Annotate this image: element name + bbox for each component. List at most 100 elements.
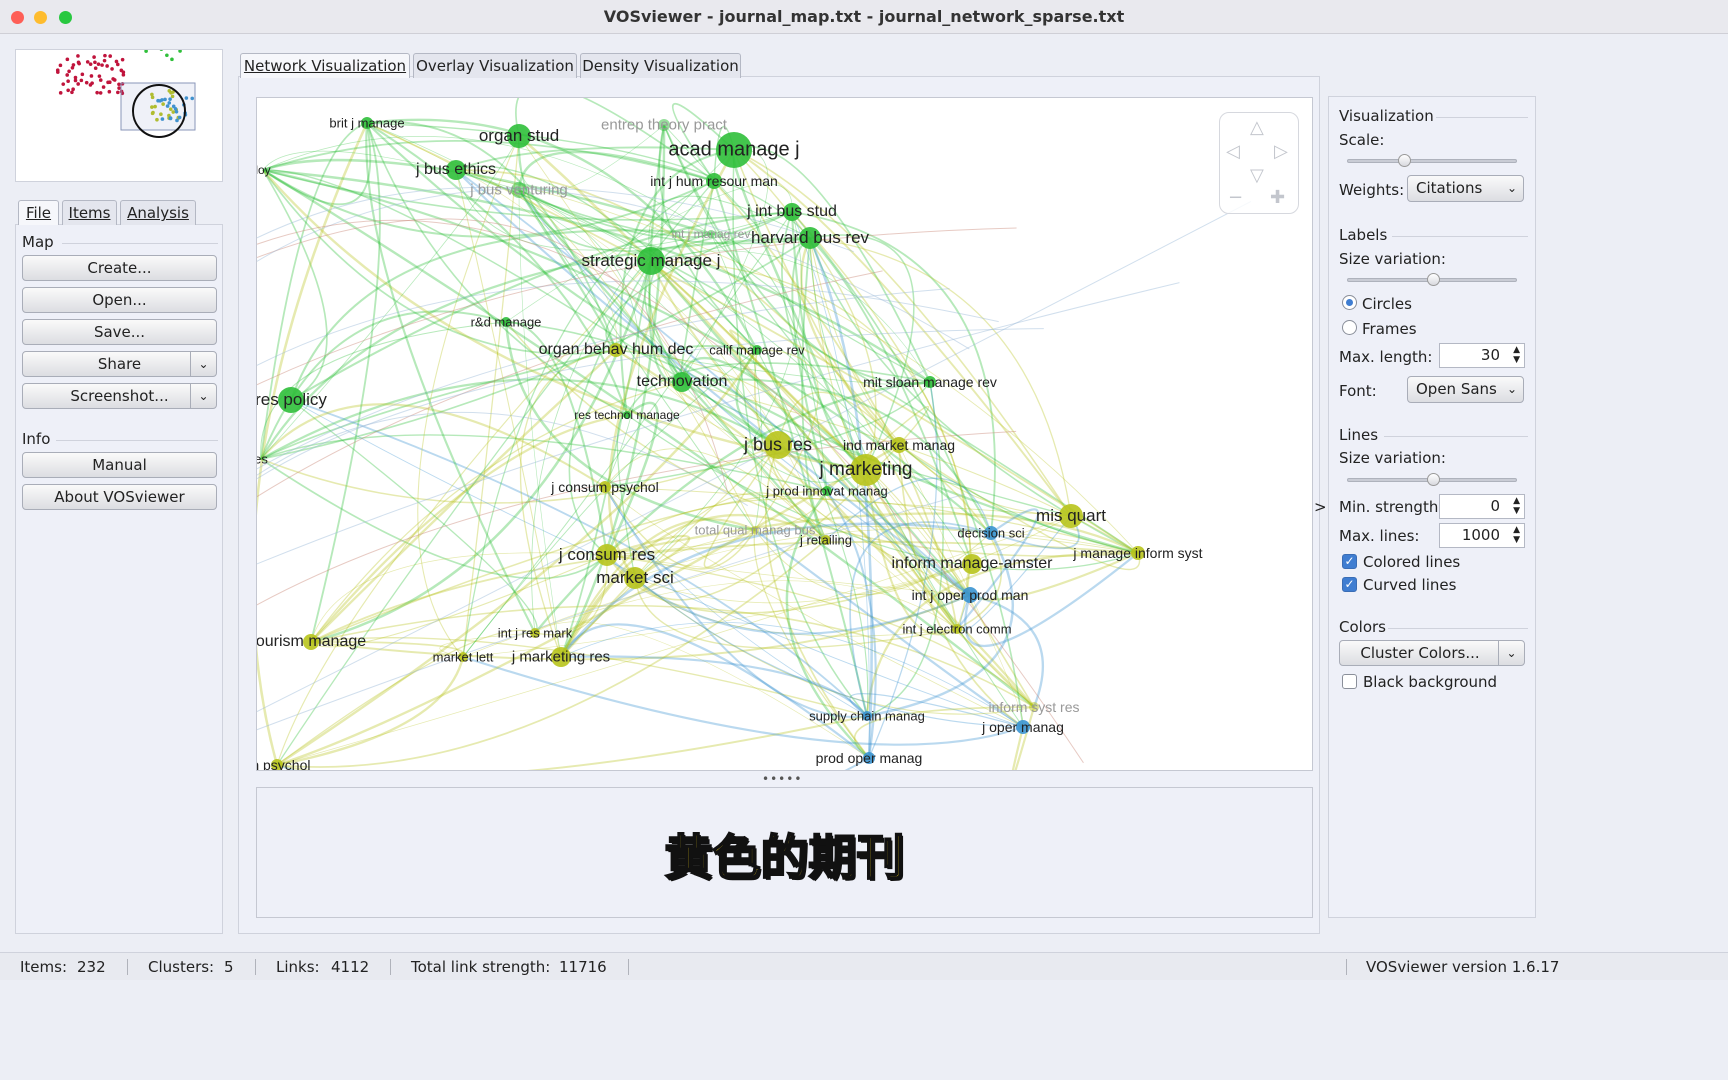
tab-items[interactable]: Items [62, 200, 117, 225]
node-label[interactable]: calif manage rev [709, 343, 804, 358]
curved-lines-checkbox[interactable]: ✓ [1342, 577, 1357, 592]
cluster-colors-button[interactable]: Cluster Colors... ⌄ [1339, 640, 1525, 666]
circles-radio[interactable] [1342, 295, 1357, 310]
manual-button[interactable]: Manual [22, 452, 217, 478]
weights-select[interactable]: Citations ⌄ [1407, 175, 1524, 202]
node-label[interactable]: res policy [257, 390, 327, 410]
black-background-checkbox[interactable] [1342, 674, 1357, 689]
chevron-down-icon[interactable]: ⌄ [190, 352, 216, 376]
node-label[interactable]: j bus ethics [416, 161, 496, 179]
node-label[interactable]: j bus venturing [470, 182, 568, 199]
stepper-icon[interactable]: ▲ ▼ [1513, 345, 1520, 365]
node-label[interactable]: market lett [433, 650, 494, 665]
zoom-out-icon[interactable]: − [1228, 187, 1243, 208]
node-label[interactable]: prod oper manag [816, 750, 923, 766]
node-label[interactable]: technovation [637, 373, 728, 391]
network-canvas[interactable]: brit j manage organ stud entrep theory pra… [256, 97, 1313, 771]
node-label[interactable]: j manage inform syst [1073, 545, 1202, 561]
min-strength-input[interactable]: 0 ▲ ▼ [1439, 494, 1525, 519]
max-lines-input[interactable]: 1000 ▲ ▼ [1439, 523, 1525, 548]
node-label[interactable]: int j oper prod man [912, 587, 1029, 603]
slider-knob[interactable] [1426, 473, 1440, 486]
node-label[interactable]: j consum res [559, 545, 655, 565]
tab-file[interactable]: File [18, 200, 59, 225]
node-label[interactable]: organ behav hum dec [539, 341, 694, 359]
colored-lines-checkbox[interactable]: ✓ [1342, 554, 1357, 569]
font-select[interactable]: Open Sans ⌄ [1407, 376, 1524, 403]
stepper-icon[interactable]: ▲ ▼ [1513, 525, 1520, 545]
about-button[interactable]: About VOSviewer [22, 484, 217, 510]
pan-right-icon[interactable]: ▷ [1274, 141, 1288, 162]
node-label[interactable]: j marketing [820, 459, 913, 481]
node-label[interactable]: strategic manage j [582, 251, 721, 271]
node-label[interactable]: market sci [596, 568, 673, 588]
create-button[interactable]: Create... [22, 255, 217, 281]
node-label[interactable]: ourism manage [257, 633, 366, 651]
node-label[interactable]: j marketing res [512, 649, 610, 666]
node-label[interactable]: r&d manage [471, 315, 542, 330]
minimap-dot [76, 54, 80, 58]
minimap-dot [93, 66, 98, 70]
node-label[interactable]: int j manag rev [672, 227, 751, 241]
node-label[interactable]: loy [257, 163, 271, 177]
node-label[interactable]: inform syst res [988, 699, 1079, 715]
node-label[interactable]: supply chain manag [809, 709, 925, 724]
stepper-icon[interactable]: ▲ ▼ [1513, 496, 1520, 516]
node-label[interactable]: mit sloan manage rev [863, 374, 997, 390]
node-label[interactable]: j bus res [744, 435, 812, 456]
node-label[interactable]: j consum psychol [551, 479, 658, 495]
pan-left-icon[interactable]: ◁ [1226, 141, 1240, 162]
close-window-button[interactable] [11, 11, 24, 24]
overview-minimap[interactable] [15, 15, 223, 182]
node-label[interactable]: int j res mark [498, 626, 572, 641]
zoom-window-button[interactable] [59, 11, 72, 24]
minimize-window-button[interactable] [34, 11, 47, 24]
node-label[interactable]: harvard bus rev [751, 228, 869, 248]
node-label[interactable]: j oper manag [982, 719, 1064, 735]
node-label[interactable]: brit j manage [329, 116, 404, 131]
node-label[interactable]: int j electron comm [902, 622, 1011, 637]
node-label[interactable]: total qual manag bus [695, 523, 816, 538]
node-label[interactable]: res technol manage [574, 408, 679, 422]
save-button[interactable]: Save... [22, 319, 217, 345]
screenshot-button[interactable]: Screenshot... ⌄ [22, 383, 217, 409]
pan-down-icon[interactable]: ▽ [1250, 165, 1264, 186]
tab-analysis[interactable]: Analysis [120, 200, 196, 225]
minimap-dot [108, 54, 113, 58]
node-label[interactable]: j prod innovat manag [766, 484, 887, 499]
collapse-right-panel-icon[interactable]: > [1314, 498, 1327, 516]
tab-density-visualization[interactable]: Density Visualization [580, 53, 741, 78]
chevron-down-icon[interactable]: ⌄ [1498, 641, 1524, 665]
node-label[interactable]: ind market manag [843, 437, 955, 453]
slider-knob[interactable] [1426, 273, 1440, 286]
manual-label: Manual [92, 456, 147, 474]
node-label[interactable]: int j hum resour man [650, 173, 778, 189]
labels-size-slider[interactable] [1347, 273, 1517, 286]
scale-slider[interactable] [1347, 154, 1517, 167]
node-label[interactable]: decision sci [957, 526, 1024, 541]
node-label[interactable]: mis quart [1036, 506, 1106, 526]
chevron-down-icon: ⌄ [1506, 382, 1517, 396]
node-label[interactable]: inform manage-amster [892, 555, 1053, 573]
node-label[interactable]: organ stud [479, 126, 559, 146]
lines-size-slider[interactable] [1347, 473, 1517, 486]
colors-heading: Colors [1339, 618, 1386, 636]
tab-network-visualization[interactable]: Network Visualization [240, 53, 410, 78]
splitter-handle[interactable]: ••••• [762, 772, 802, 786]
chevron-down-icon[interactable]: ⌄ [190, 384, 216, 408]
zoom-in-icon[interactable]: ✚ [1270, 187, 1285, 208]
min-strength-value: 0 [1490, 497, 1500, 515]
node-label[interactable]: on psychol [257, 757, 310, 770]
node-label[interactable]: j retailing [800, 533, 852, 548]
frames-radio[interactable] [1342, 320, 1357, 335]
node-label[interactable]: j int bus stud [747, 203, 837, 221]
divider [390, 959, 391, 975]
max-length-input[interactable]: 30 ▲ ▼ [1439, 343, 1525, 368]
open-button[interactable]: Open... [22, 287, 217, 313]
tab-overlay-visualization[interactable]: Overlay Visualization [413, 53, 577, 78]
pan-up-icon[interactable]: △ [1250, 117, 1264, 138]
node-label[interactable]: es [257, 452, 268, 467]
node-label[interactable]: acad manage j [668, 139, 799, 162]
node-label[interactable]: entrep theory pract [601, 117, 727, 134]
share-button[interactable]: Share ⌄ [22, 351, 217, 377]
